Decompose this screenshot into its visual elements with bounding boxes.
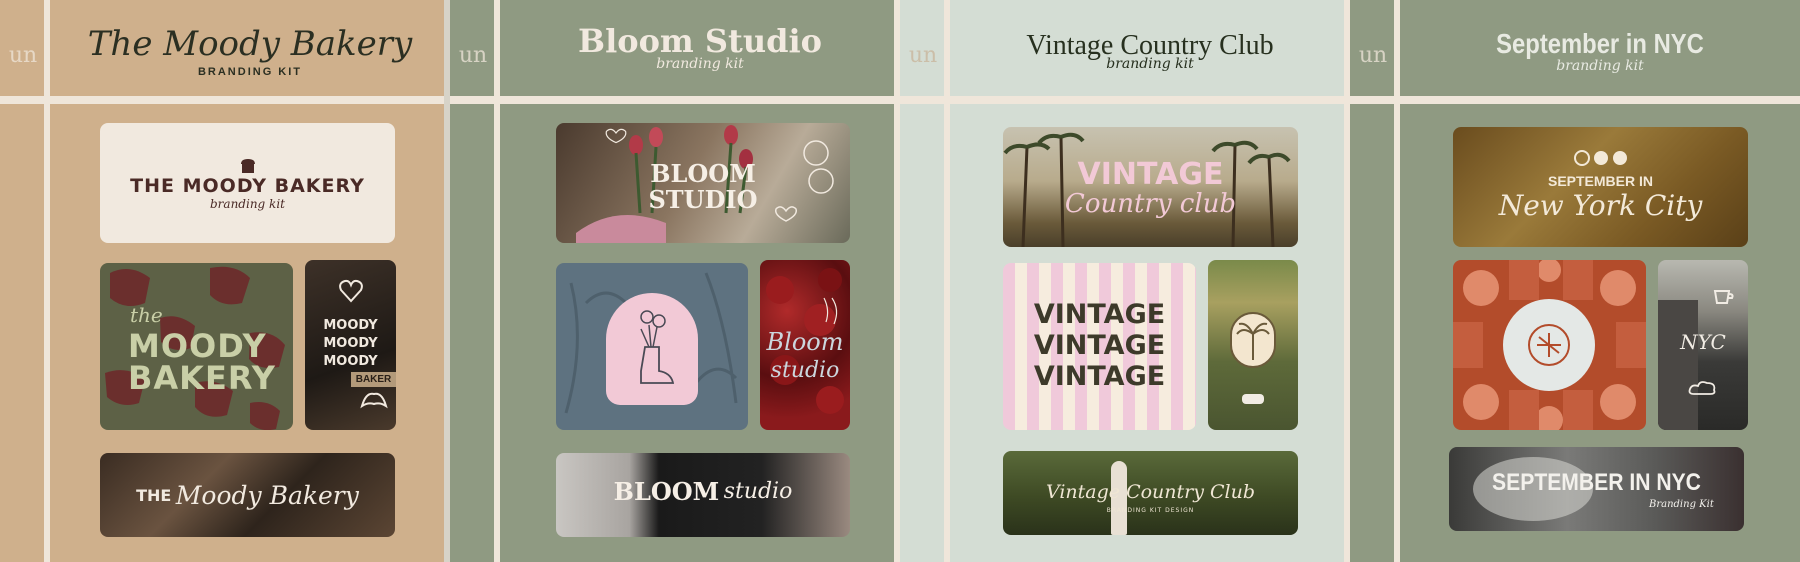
side-strip bbox=[1350, 0, 1396, 562]
side-strip bbox=[0, 0, 46, 562]
panel-subtitle: branding kit bbox=[1556, 58, 1644, 74]
bloom-cherry-card: Bloom studio bbox=[760, 260, 850, 430]
boot-bouquet-icon bbox=[606, 307, 698, 396]
nyc-building-script: NYC bbox=[1680, 330, 1726, 354]
brand-logo-icon: un bbox=[458, 42, 488, 68]
bloom-fashion-caption: BLOOM studio bbox=[556, 477, 850, 506]
brand-logo-icon: un bbox=[908, 42, 938, 68]
pretzel-heart-icon bbox=[305, 278, 396, 309]
bloom-cherry-line2: studio bbox=[770, 358, 840, 383]
nyc-leather-line1: SEPTEMBER IN bbox=[1547, 173, 1653, 189]
moody-pattern-card: the MOODY BAKERY bbox=[100, 263, 293, 430]
cloud-icon bbox=[1688, 380, 1718, 401]
panel-title: Bloom Studio bbox=[578, 22, 822, 60]
nyc-flower-pattern-card bbox=[1453, 260, 1646, 430]
vintage-car bbox=[1242, 394, 1264, 404]
panel-title: September in NYC bbox=[1496, 28, 1704, 59]
bloom-fashion-card: BLOOM studio bbox=[556, 453, 850, 537]
bloom-cherry-line1: Bloom bbox=[766, 328, 844, 356]
vintage-stripes-line: VINTAGE bbox=[1033, 299, 1166, 330]
palm-tree-icon bbox=[1230, 312, 1276, 368]
vintage-golf-card: Vintage Country Club BRANDING KIT DESIGN bbox=[1003, 451, 1298, 535]
moody-bread-script: Moody Bakery bbox=[175, 481, 359, 510]
vintage-road-card bbox=[1208, 260, 1298, 430]
panel-subtitle: branding kit bbox=[656, 56, 744, 72]
vintage-palms-card: VINTAGE Country club bbox=[1003, 127, 1298, 247]
flower-badge-icon bbox=[1509, 305, 1589, 385]
nyc-coffee-sub: Branding Kit bbox=[1649, 499, 1714, 510]
bloom-pattern-card bbox=[556, 263, 748, 430]
moody-bread-caption: THE Moody Bakery bbox=[100, 481, 395, 510]
panel-september-content: September in NYC branding kit SEPTEMBER … bbox=[1400, 0, 1800, 562]
nyc-building-card: NYC bbox=[1658, 260, 1748, 430]
brand-logo-icon: un bbox=[1358, 42, 1388, 68]
panel-subtitle: branding kit bbox=[1106, 56, 1194, 72]
moody-storefront-card: MOODY MOODY MOODY BAKER bbox=[305, 260, 396, 430]
bloom-tulip-line2: STUDIO bbox=[648, 185, 758, 214]
croissant-icon bbox=[305, 390, 396, 417]
panel-vintage-content: Vintage Country Club branding kit VINTAG… bbox=[950, 0, 1350, 562]
panel-moody-bakery-content: The Moody Bakery BRANDING KIT THE MOODY … bbox=[50, 0, 450, 562]
nyc-coffee-card: SEPTEMBER IN NYC Branding Kit bbox=[1449, 447, 1744, 531]
moody-logo-subtext: branding kit bbox=[210, 197, 285, 211]
moody-storefront-line: MOODY bbox=[323, 318, 378, 333]
bloom-tulip-card: BLOOM STUDIO bbox=[556, 123, 850, 243]
panel-bloom-studio-content: Bloom Studio branding kit BLOOM STUDIO B… bbox=[500, 0, 900, 562]
three-flowers-icon bbox=[1453, 149, 1748, 172]
building-facade bbox=[1658, 300, 1698, 430]
side-strip bbox=[450, 0, 496, 562]
coffee-cup-icon bbox=[1712, 286, 1736, 311]
bloom-fashion-script: studio bbox=[723, 479, 793, 504]
nyc-leather-line2: New York City bbox=[1498, 189, 1703, 222]
moody-pattern-the: the bbox=[130, 303, 163, 327]
vintage-palms-line2: Country club bbox=[1064, 189, 1237, 219]
bakery-sign: BAKER bbox=[351, 372, 396, 387]
panel-subtitle: BRANDING KIT bbox=[197, 66, 303, 78]
arch-badge bbox=[606, 293, 698, 405]
vintage-stripes-line: VINTAGE bbox=[1033, 330, 1166, 361]
side-strip bbox=[900, 0, 946, 562]
moody-logo-card: THE MOODY BAKERY branding kit bbox=[100, 123, 395, 243]
moody-bread-photo-card: THE Moody Bakery bbox=[100, 453, 395, 537]
moody-pattern-bakery: BAKERY bbox=[128, 359, 276, 397]
nyc-leather-card: SEPTEMBER IN New York City bbox=[1453, 127, 1748, 247]
vintage-palms-line1: VINTAGE bbox=[1077, 157, 1224, 192]
moody-bread-prefix: THE bbox=[136, 486, 172, 505]
vintage-stripes-card: VINTAGE VINTAGE VINTAGE bbox=[1003, 263, 1196, 430]
bloom-tulip-line1: BLOOM bbox=[650, 159, 756, 188]
panel-title: The Moody Bakery bbox=[87, 24, 413, 64]
moody-logo-text: THE MOODY BAKERY bbox=[130, 175, 365, 197]
vintage-stripes-line: VINTAGE bbox=[1033, 361, 1166, 392]
bloom-fashion-bold: BLOOM bbox=[613, 477, 720, 506]
moody-storefront-line: MOODY bbox=[323, 354, 378, 369]
brand-logo-icon: un bbox=[8, 42, 38, 68]
nyc-coffee-main: SEPTEMBER IN NYC bbox=[1492, 469, 1701, 496]
moody-storefront-line: MOODY bbox=[323, 336, 378, 351]
vintage-golf-script: Vintage Country Club bbox=[1045, 481, 1256, 503]
vintage-golf-small: BRANDING KIT DESIGN bbox=[1106, 507, 1195, 514]
